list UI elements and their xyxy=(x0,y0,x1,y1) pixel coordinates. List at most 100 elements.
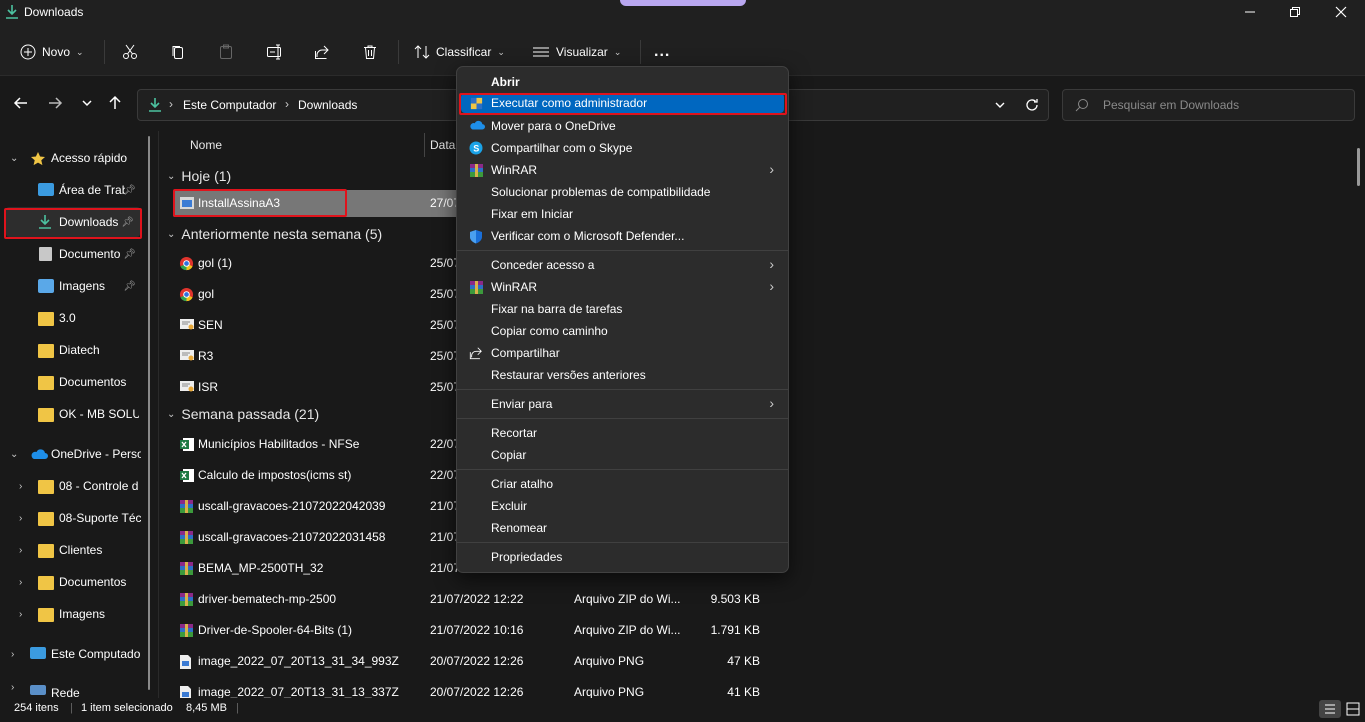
chevron-right-icon[interactable]: › xyxy=(11,649,14,660)
rename-button[interactable] xyxy=(266,40,284,64)
sidebar-item-suporte-tecnico[interactable]: › 08-Suporte Técn xyxy=(0,503,148,533)
menu-item-fixar-barra-tarefas[interactable]: Fixar na barra de tarefas xyxy=(461,298,784,320)
table-row[interactable]: image_2022_07_20T13_31_13_337Z 20/07/202… xyxy=(173,677,1173,698)
excel-icon xyxy=(179,468,194,483)
menu-item-recortar[interactable]: Recortar xyxy=(461,422,784,444)
new-button[interactable]: Novo ⌄ xyxy=(20,40,84,64)
sidebar-item-onedrive[interactable]: ⌄ OneDrive - Perso xyxy=(0,439,148,469)
cut-button[interactable] xyxy=(122,40,138,64)
search-input[interactable]: Pesquisar em Downloads xyxy=(1062,89,1355,121)
sidebar-item-imagens-pinned[interactable]: Imagens 📌︎ xyxy=(0,271,148,301)
chevron-right-icon[interactable]: › xyxy=(19,609,22,620)
menu-item-mover-onedrive[interactable]: Mover para o OneDrive xyxy=(461,115,784,137)
menu-item-copiar[interactable]: Copiar xyxy=(461,444,784,466)
chevron-down-icon[interactable]: ⌄ xyxy=(167,171,175,182)
sidebar-item-clientes[interactable]: › Clientes xyxy=(0,535,148,565)
minimize-icon[interactable] xyxy=(1242,6,1258,22)
back-arrow-icon[interactable] xyxy=(12,94,32,114)
menu-item-compartilhar[interactable]: Compartilhar xyxy=(461,342,784,364)
share-button[interactable] xyxy=(314,40,330,64)
chevron-down-icon[interactable]: ⌄ xyxy=(167,229,175,240)
chevron-down-icon[interactable]: ⌄ xyxy=(167,409,175,420)
context-menu: Abrir Executar como administrador Mover … xyxy=(456,66,789,573)
table-row[interactable]: image_2022_07_20T13_31_34_993Z 20/07/202… xyxy=(173,646,1173,677)
pin-icon[interactable]: 📌︎ xyxy=(123,185,136,196)
pin-icon[interactable]: 📌︎ xyxy=(123,249,136,260)
up-arrow-icon[interactable] xyxy=(106,94,126,114)
sidebar-item-label: Este Computado xyxy=(51,647,141,661)
column-divider[interactable] xyxy=(424,133,425,157)
menu-item-verificar-defender[interactable]: Verificar com o Microsoft Defender... xyxy=(461,225,784,247)
more-options-button[interactable]: ... xyxy=(654,40,670,64)
chevron-down-icon[interactable]: ⌄ xyxy=(10,449,18,460)
sidebar-item-acesso-rapido[interactable]: ⌄ Acesso rápido xyxy=(0,143,148,173)
menu-item-fixar-iniciar[interactable]: Fixar em Iniciar xyxy=(461,203,784,225)
sidebar-item-diatech[interactable]: Diatech xyxy=(0,335,148,365)
network-icon xyxy=(30,685,46,695)
chevron-right-icon[interactable]: › xyxy=(11,682,14,693)
sidebar-item-documentos[interactable]: Documentos xyxy=(0,367,148,397)
recent-locations-chevron-icon[interactable] xyxy=(78,94,98,114)
tiles-view-icon[interactable] xyxy=(1346,702,1360,719)
column-header-name[interactable]: Nome xyxy=(190,138,222,152)
menu-item-abrir[interactable]: Abrir xyxy=(461,71,784,93)
chevron-right-icon[interactable]: › xyxy=(19,481,22,492)
sidebar-item-label: Diatech xyxy=(59,343,100,357)
sidebar-item-documentos-pinned[interactable]: Documento 📌︎ xyxy=(0,239,148,269)
menu-item-winrar-2[interactable]: WinRAR › xyxy=(461,276,784,298)
sidebar-item-area-de-trabalho[interactable]: Área de Trab 📌︎ xyxy=(0,175,148,205)
menu-item-label: WinRAR xyxy=(491,163,538,177)
paste-button[interactable] xyxy=(218,40,234,64)
menu-item-copiar-caminho[interactable]: Copiar como caminho xyxy=(461,320,784,342)
sidebar-item-3-0[interactable]: 3.0 xyxy=(0,303,148,333)
sidebar-item-rede[interactable]: › Rede xyxy=(0,677,148,698)
menu-item-winrar[interactable]: WinRAR › xyxy=(461,159,784,181)
breadcrumb-downloads[interactable]: Downloads xyxy=(298,98,357,112)
refresh-icon[interactable] xyxy=(1024,97,1040,116)
chevron-right-icon[interactable]: › xyxy=(19,545,22,556)
sidebar-item-documentos-onedrive[interactable]: › Documentos xyxy=(0,567,148,597)
group-header-hoje[interactable]: ⌄ Hoje (1) xyxy=(167,168,231,184)
folder-icon xyxy=(38,376,54,390)
group-header-semana-passada[interactable]: ⌄ Semana passada (21) xyxy=(167,406,319,422)
menu-item-enviar-para[interactable]: Enviar para › xyxy=(461,393,784,415)
menu-item-compartilhar-skype[interactable]: S Compartilhar com o Skype xyxy=(461,137,784,159)
sidebar-scrollbar[interactable] xyxy=(148,136,150,690)
group-header-anteriormente[interactable]: ⌄ Anteriormente nesta semana (5) xyxy=(167,226,382,242)
menu-item-solucionar-problemas[interactable]: Solucionar problemas de compatibilidade xyxy=(461,181,784,203)
sidebar-item-este-computador[interactable]: › Este Computado xyxy=(0,639,148,669)
chevron-down-icon[interactable]: ⌄ xyxy=(10,153,18,164)
breadcrumb-este-computador[interactable]: Este Computador xyxy=(183,98,276,112)
delete-button[interactable] xyxy=(362,40,378,64)
table-row[interactable]: Driver-de-Spooler-64-Bits (1) 21/07/2022… xyxy=(173,615,1173,646)
chevron-right-icon[interactable]: › xyxy=(19,513,22,524)
menu-item-excluir[interactable]: Excluir xyxy=(461,495,784,517)
file-list-scrollbar[interactable] xyxy=(1357,148,1360,186)
copy-button[interactable] xyxy=(170,40,186,64)
chevron-down-icon: ⌄ xyxy=(76,46,84,57)
pin-icon[interactable]: 📌︎ xyxy=(123,281,136,292)
forward-arrow-icon[interactable] xyxy=(46,94,66,114)
status-selection: 1 item selecionado xyxy=(81,702,173,714)
view-button[interactable]: Visualizar ⌄ xyxy=(532,40,621,64)
sidebar-item-controle[interactable]: › 08 - Controle d xyxy=(0,471,148,501)
sidebar-item-imagens-onedrive[interactable]: › Imagens xyxy=(0,599,148,629)
column-header-date[interactable]: Data xyxy=(430,138,455,152)
snap-layout-handle[interactable] xyxy=(620,0,746,6)
sidebar-item-label: Área de Trab xyxy=(59,183,125,197)
status-size: 8,45 MB xyxy=(186,702,227,714)
menu-item-renomear[interactable]: Renomear xyxy=(461,517,784,539)
menu-item-propriedades[interactable]: Propriedades xyxy=(461,546,784,568)
details-view-icon[interactable] xyxy=(1319,700,1341,718)
sidebar-item-ok-mb-solucoes[interactable]: OK - MB SOLUÇ xyxy=(0,399,148,429)
chevron-right-icon[interactable]: › xyxy=(19,577,22,588)
group-label: Hoje (1) xyxy=(181,168,232,184)
sort-button[interactable]: Classificar ⌄ xyxy=(414,40,505,64)
menu-item-conceder-acesso[interactable]: Conceder acesso a › xyxy=(461,254,784,276)
menu-item-restaurar-versoes[interactable]: Restaurar versões anteriores xyxy=(461,364,784,386)
close-icon[interactable] xyxy=(1333,6,1349,22)
maximize-icon[interactable] xyxy=(1287,6,1303,22)
table-row[interactable]: driver-bematech-mp-2500 21/07/2022 12:22… xyxy=(173,584,1173,615)
menu-item-criar-atalho[interactable]: Criar atalho xyxy=(461,473,784,495)
address-history-chevron-icon[interactable] xyxy=(993,98,1007,115)
